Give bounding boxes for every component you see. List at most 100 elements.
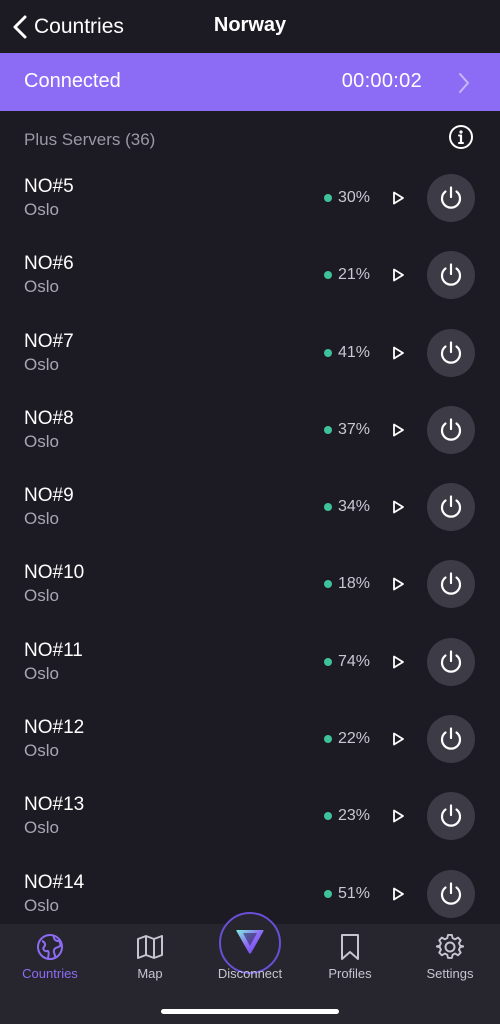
server-load: 18% (338, 575, 371, 593)
chevron-right-icon (458, 72, 470, 99)
power-icon (438, 803, 464, 829)
server-city: Oslo (24, 741, 59, 761)
server-load: 51% (338, 884, 371, 902)
server-name: NO#6 (24, 253, 74, 275)
load-indicator-dot (324, 194, 332, 202)
load-indicator-dot (324, 580, 332, 589)
server-city: Oslo (24, 663, 59, 683)
server-row[interactable]: NO#10 Oslo 18% (0, 546, 500, 623)
play-icon[interactable] (390, 499, 406, 515)
server-city: Oslo (24, 818, 59, 838)
tab-countries[interactable]: Countries (0, 924, 100, 986)
connect-power-button[interactable] (427, 328, 475, 377)
power-icon (438, 185, 464, 211)
server-row[interactable]: NO#13 Oslo 23% (0, 778, 500, 855)
connection-timer: 00:00:02 (341, 70, 422, 92)
server-load: 34% (338, 498, 371, 516)
map-icon (136, 933, 164, 961)
server-name: NO#13 (24, 794, 85, 816)
home-indicator (161, 1009, 339, 1014)
play-icon[interactable] (390, 731, 406, 747)
proton-logo-icon (235, 927, 265, 960)
server-load: 23% (338, 807, 371, 825)
connect-power-button[interactable] (427, 869, 475, 918)
server-city: Oslo (24, 200, 59, 219)
server-row[interactable]: NO#7 Oslo 41% (0, 315, 500, 392)
power-icon (438, 649, 464, 675)
load-indicator-dot (324, 889, 332, 898)
server-city: Oslo (24, 277, 59, 297)
load-indicator-dot (324, 348, 332, 357)
server-load: 22% (338, 730, 371, 748)
power-icon (438, 417, 464, 443)
power-icon (438, 571, 464, 597)
play-icon[interactable] (390, 267, 406, 283)
load-indicator-dot (324, 735, 332, 744)
server-load: 74% (338, 652, 371, 670)
tab-map[interactable]: Map (100, 924, 200, 986)
load-indicator-dot (324, 271, 332, 280)
play-icon[interactable] (390, 576, 406, 592)
bookmark-icon (336, 933, 364, 961)
server-city: Oslo (24, 431, 59, 451)
server-row[interactable]: NO#5 Oslo 30% (0, 160, 500, 237)
play-icon[interactable] (390, 654, 406, 670)
load-indicator-dot (324, 503, 332, 512)
app-root: Countries Norway Connected 00:00:02 Plus… (0, 0, 500, 1024)
tab-settings-label: Settings (426, 966, 474, 981)
tab-disconnect[interactable]: Disconnect (200, 912, 300, 986)
server-name: NO#9 (24, 485, 74, 507)
tab-profiles[interactable]: Profiles (300, 924, 400, 986)
connect-power-button[interactable] (427, 715, 475, 764)
play-icon[interactable] (390, 422, 406, 438)
server-load: 30% (338, 189, 371, 206)
power-icon (438, 340, 464, 366)
server-name: NO#8 (24, 407, 74, 429)
server-row[interactable]: NO#6 Oslo 21% (0, 237, 500, 314)
connect-power-button[interactable] (427, 637, 475, 686)
info-icon[interactable] (448, 124, 474, 150)
disconnect-button-circle (219, 912, 281, 974)
server-city: Oslo (24, 354, 59, 374)
play-icon[interactable] (390, 886, 406, 902)
connection-status-label: Connected (24, 70, 121, 92)
connection-status-banner[interactable]: Connected 00:00:02 (0, 53, 500, 111)
section-title: Plus Servers (36) (24, 130, 156, 149)
play-icon[interactable] (390, 345, 406, 361)
gear-icon (435, 933, 465, 961)
power-icon (438, 881, 464, 907)
server-city: Oslo (24, 895, 59, 915)
server-row[interactable]: NO#11 Oslo 74% (0, 624, 500, 701)
section-header: Plus Servers (36) (0, 111, 500, 161)
connect-power-button[interactable] (427, 560, 475, 609)
server-name: NO#12 (24, 717, 85, 739)
server-name: NO#7 (24, 330, 74, 352)
connect-power-button[interactable] (427, 405, 475, 454)
server-name: NO#10 (24, 562, 85, 584)
server-row[interactable]: NO#12 Oslo 22% (0, 701, 500, 778)
tab-map-label: Map (137, 966, 163, 981)
tab-countries-label: Countries (22, 966, 78, 981)
play-icon[interactable] (390, 808, 406, 824)
connect-power-button[interactable] (427, 174, 475, 222)
server-row[interactable]: NO#9 Oslo 34% (0, 469, 500, 546)
play-icon[interactable] (390, 190, 406, 206)
connect-power-button[interactable] (427, 251, 475, 300)
power-icon (438, 494, 464, 520)
globe-icon (36, 933, 64, 961)
top-nav-bar: Countries Norway (0, 0, 500, 53)
load-indicator-dot (324, 812, 332, 821)
server-name: NO#14 (24, 871, 85, 893)
tab-settings[interactable]: Settings (400, 924, 500, 986)
server-load: 41% (338, 343, 371, 361)
server-name: NO#11 (24, 639, 83, 661)
server-name: NO#5 (24, 176, 74, 197)
server-list: NO#5 Oslo 30% NO#6 Oslo 21% NO#7 Oslo 41% NO#8 Osl… (0, 160, 500, 933)
load-indicator-dot (324, 657, 332, 666)
server-city: Oslo (24, 586, 59, 606)
server-row[interactable]: NO#8 Oslo 37% (0, 392, 500, 469)
connect-power-button[interactable] (427, 792, 475, 841)
connect-power-button[interactable] (427, 483, 475, 532)
power-icon (438, 262, 464, 288)
server-city: Oslo (24, 509, 59, 529)
